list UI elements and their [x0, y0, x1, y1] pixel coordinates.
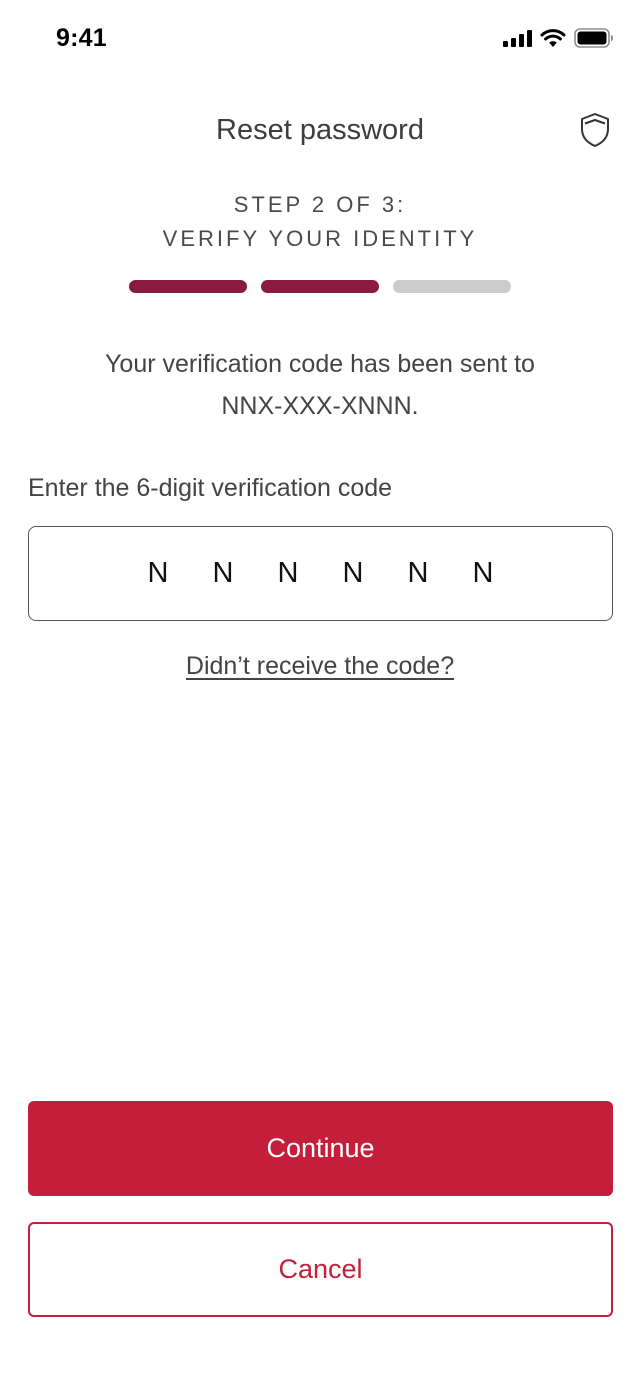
- status-time: 9:41: [56, 24, 107, 52]
- masked-phone-number: NNX-XXX-XNNN.: [221, 392, 419, 420]
- code-digit: N: [472, 557, 494, 589]
- page-title: Reset password: [216, 114, 424, 146]
- shield-icon[interactable]: [580, 112, 610, 148]
- header: Reset password: [0, 110, 640, 154]
- status-bar: 9:41: [0, 0, 640, 80]
- progress-indicator: [129, 280, 511, 293]
- battery-icon: [574, 28, 614, 48]
- verification-code-input[interactable]: N N N N N N: [28, 526, 613, 621]
- code-digit: N: [147, 557, 169, 589]
- progress-segment-3: [393, 280, 511, 293]
- step-title: VERIFY YOUR IDENTITY: [162, 226, 478, 251]
- step-label: STEP 2 OF 3: VERIFY YOUR IDENTITY: [0, 188, 640, 256]
- resend-code-link[interactable]: Didn’t receive the code?: [0, 652, 640, 681]
- verification-message: Your verification code has been sent to …: [60, 343, 580, 427]
- step-counter: STEP 2 OF 3:: [233, 192, 407, 217]
- code-digit: N: [212, 557, 234, 589]
- code-field-label: Enter the 6-digit verification code: [28, 474, 393, 502]
- progress-segment-1: [129, 280, 247, 293]
- progress-segment-2: [261, 280, 379, 293]
- reset-password-screen: 9:41 Reset password STEP 2 OF 3: VERIFY …: [0, 0, 640, 1386]
- code-digit: N: [407, 557, 429, 589]
- code-digit: N: [342, 557, 364, 589]
- continue-button[interactable]: Continue: [28, 1101, 613, 1196]
- signal-icon: [503, 29, 532, 47]
- status-icons: [503, 28, 614, 48]
- cancel-button[interactable]: Cancel: [28, 1222, 613, 1317]
- wifi-icon: [540, 28, 566, 48]
- message-line-1: Your verification code has been sent to: [105, 350, 535, 378]
- code-digit: N: [277, 557, 299, 589]
